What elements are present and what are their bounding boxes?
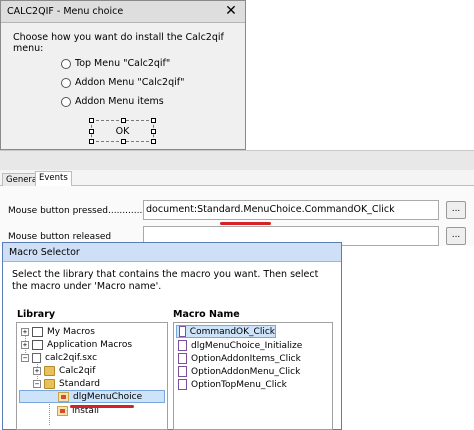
macros-icon: [32, 339, 43, 350]
macro-item-optionaddonmenu-click[interactable]: OptionAddonMenu_Click: [178, 365, 300, 378]
tree-item-standard[interactable]: − Standard: [33, 377, 100, 390]
macro-selector-dialog: Macro Selector Select the library that c…: [2, 242, 342, 430]
macro-icon: [178, 353, 187, 364]
tree-item-label: Standard: [59, 378, 100, 389]
tree-item-label: My Macros: [47, 326, 95, 337]
module-icon: [57, 405, 68, 416]
resize-handle[interactable]: [151, 139, 156, 144]
tree-item-calc2qif-sxc[interactable]: − calc2qif.sxc: [21, 351, 97, 364]
dialog-prompt: Choose how you want do install the Calc2…: [13, 32, 224, 54]
library-folder-icon: [44, 365, 55, 376]
macro-item-label: OptionTopMenu_Click: [191, 379, 287, 390]
macro-selector-description: Select the library that contains the mac…: [12, 269, 319, 292]
library-tree[interactable]: + My Macros + Application Macros − calc2…: [16, 322, 168, 430]
tree-item-label: dlgMenuChoice: [73, 391, 143, 402]
assign-macro-button[interactable]: ...: [446, 227, 466, 245]
collapse-icon[interactable]: −: [33, 379, 41, 388]
ok-button-selection[interactable]: OK: [89, 118, 156, 144]
events-panel: Mouse button pressed....................…: [0, 186, 474, 246]
expand-icon[interactable]: +: [21, 327, 29, 336]
event-field-mouse-pressed[interactable]: document:Standard.MenuChoice.CommandOK_C…: [143, 200, 439, 220]
tree-item-dlgmenuchoice[interactable]: dlgMenuChoice: [19, 390, 165, 403]
macro-item-dlgmenuchoice-initialize[interactable]: dlgMenuChoice_Initialize: [178, 339, 302, 352]
radio-addon-items[interactable]: Addon Menu items: [61, 96, 164, 107]
tab-events[interactable]: Events: [35, 171, 72, 186]
macro-selector-title: Macro Selector: [9, 247, 80, 258]
macro-name-list[interactable]: CommandOK_Click dlgMenuChoice_Initialize…: [173, 322, 333, 430]
property-tabs: General Events: [0, 170, 474, 186]
assign-macro-button[interactable]: ...: [446, 201, 466, 219]
macro-item-label: CommandOK_Click: [189, 326, 275, 337]
macro-item-commandok-click[interactable]: CommandOK_Click: [176, 325, 276, 338]
menu-choice-dialog: CALC2QIF - Menu choice ✕ Choose how you …: [0, 0, 246, 150]
radio-label: Top Menu "Calc2qif": [75, 58, 171, 69]
tree-item-label: Application Macros: [47, 339, 133, 350]
radio-icon[interactable]: [61, 77, 71, 88]
close-icon[interactable]: ✕: [223, 2, 239, 20]
macro-item-optionaddonitems-click[interactable]: OptionAddonItems_Click: [178, 352, 301, 365]
document-icon: [32, 352, 41, 363]
macro-icon: [179, 326, 186, 337]
macro-icon: [178, 340, 187, 351]
radio-label: Addon Menu "Calc2qif": [75, 77, 185, 88]
radio-icon[interactable]: [61, 96, 71, 107]
resize-handle[interactable]: [121, 139, 126, 144]
macro-selector-titlebar[interactable]: Macro Selector: [3, 243, 341, 262]
macro-name-header: Macro Name: [173, 309, 240, 320]
separator-band: [0, 150, 474, 170]
highlight-underline: [70, 405, 134, 408]
macro-item-label: dlgMenuChoice_Initialize: [191, 340, 303, 351]
macros-icon: [32, 326, 43, 337]
expand-icon[interactable]: +: [33, 366, 41, 375]
ok-button-label: OK: [115, 126, 130, 137]
library-folder-icon: [44, 378, 55, 389]
tree-item-label: Calc2qif: [59, 365, 96, 376]
resize-handle[interactable]: [151, 118, 156, 123]
module-icon: [58, 391, 69, 402]
dialog-title: CALC2QIF - Menu choice: [7, 6, 124, 17]
macro-icon: [178, 379, 187, 390]
resize-handle[interactable]: [121, 118, 126, 123]
resize-handle[interactable]: [89, 139, 94, 144]
radio-top-menu[interactable]: Top Menu "Calc2qif": [61, 58, 170, 69]
radio-addon-menu[interactable]: Addon Menu "Calc2qif": [61, 77, 184, 88]
library-header: Library: [17, 309, 56, 320]
macro-item-optiontopmenu-click[interactable]: OptionTopMenu_Click: [178, 378, 287, 391]
radio-label: Addon Menu items: [75, 96, 164, 107]
tree-item-label: calc2qif.sxc: [45, 352, 98, 363]
radio-icon[interactable]: [61, 58, 71, 69]
dialog-titlebar[interactable]: CALC2QIF - Menu choice ✕: [1, 1, 245, 23]
macro-item-label: OptionAddonItems_Click: [191, 353, 301, 364]
tree-item-my-macros[interactable]: + My Macros: [21, 325, 95, 338]
expand-icon[interactable]: +: [21, 340, 29, 349]
macro-item-label: OptionAddonMenu_Click: [191, 366, 301, 377]
event-label-mouse-released: Mouse button released: [8, 232, 112, 242]
tree-item-application-macros[interactable]: + Application Macros: [21, 338, 132, 351]
highlight-underline: [220, 222, 271, 225]
resize-handle[interactable]: [89, 118, 94, 123]
tree-item-calc2qif[interactable]: + Calc2qif: [33, 364, 95, 377]
collapse-icon[interactable]: −: [21, 353, 29, 362]
macro-icon: [178, 366, 187, 377]
